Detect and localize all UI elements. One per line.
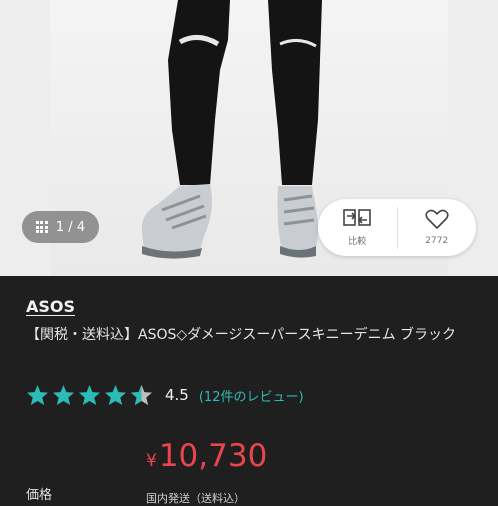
rating-score: 4.5 — [165, 386, 189, 404]
star-rating — [26, 384, 153, 406]
grid-icon — [35, 221, 48, 233]
compare-icon — [343, 209, 372, 226]
favorite-button[interactable]: 2772 — [396, 206, 477, 249]
action-bar: 比較 2772 — [318, 199, 476, 256]
star-full-icon — [26, 384, 49, 406]
price-currency: ¥ — [146, 451, 157, 471]
price-value: 10,730 — [158, 438, 268, 474]
compare-label: 比較 — [348, 237, 367, 247]
rating-row: 4.5 (12件のレビュー) — [26, 384, 304, 406]
star-full-icon — [78, 384, 101, 406]
compare-button[interactable]: 比較 — [318, 199, 397, 256]
price-label: 価格 — [26, 488, 53, 503]
price: ¥ 10,730 — [146, 438, 267, 474]
shipping-info: 国内発送（送料込） — [146, 492, 245, 505]
heart-icon — [425, 209, 449, 229]
star-full-icon — [104, 384, 127, 406]
image-counter[interactable]: 1 / 4 — [22, 211, 99, 243]
star-half-icon — [130, 384, 153, 406]
product-image-gallery[interactable]: 1 / 4 比較 2772 — [0, 0, 498, 276]
product-title: 【関税・送料込】ASOS◇ダメージスーパースキニーデニム ブラック — [26, 327, 457, 343]
review-count-link[interactable]: (12件のレビュー) — [199, 386, 304, 405]
star-full-icon — [52, 384, 75, 406]
image-counter-text: 1 / 4 — [55, 219, 86, 235]
favorite-count: 2772 — [425, 236, 449, 246]
brand-link[interactable]: ASOS — [26, 297, 75, 316]
